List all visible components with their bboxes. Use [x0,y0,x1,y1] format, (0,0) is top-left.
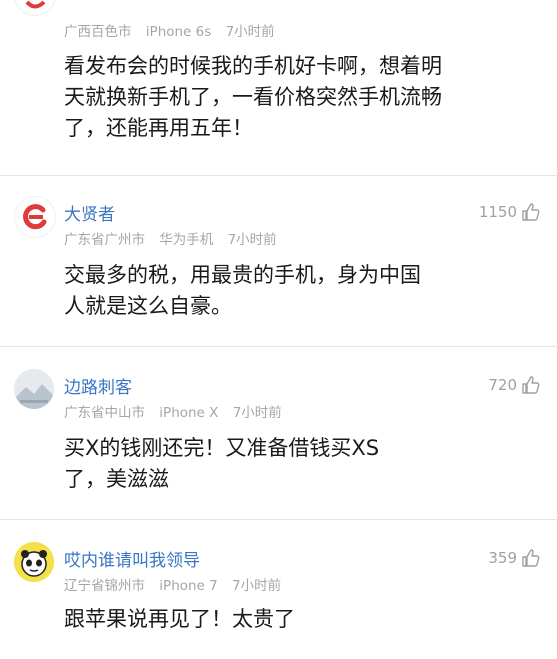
comment-meta: 广东省中山市 iPhone X 7小时前 [64,401,292,421]
avatar-image [16,0,54,14]
comment-body: 交最多的税，用最贵的手机，身为中国 人就是这么自豪。 [64,260,534,322]
thumbs-up-icon [521,202,541,222]
comment-location: 广东省广州市 [64,232,145,248]
avatar-image [14,369,54,409]
comment-body: 看发布会的时候我的手机好卡啊，想着明 天就换新手机了，一看价格突然手机流畅 了，… [64,51,534,144]
comment-username[interactable]: 大贤者 [64,200,115,225]
comment-body: 跟苹果说再见了！太贵了 [64,604,534,635]
like-button[interactable]: 720 [488,375,541,395]
like-button[interactable]: 1150 [479,202,541,222]
avatar-image [14,542,54,582]
avatar[interactable] [14,369,54,409]
thumbs-up-icon [521,548,541,568]
comment-location: 广西百色市 [64,24,132,40]
comment-line: 了，美滋滋 [64,467,169,491]
comment-line: 跟苹果说再见了！太贵了 [64,607,295,631]
comment-device: iPhone 6s [145,24,212,40]
comment-time: 7小时前 [232,405,282,421]
comment-meta: 辽宁省锦州市 iPhone 7 7小时前 [64,574,291,594]
comment-list: 广西百色市 iPhone 6s 7小时前 看发布会的时候我的手机好卡啊，想着明 … [0,0,557,659]
avatar-image [16,198,54,236]
comment-meta: 广西百色市 iPhone 6s 7小时前 [64,20,285,40]
avatar[interactable] [14,542,54,582]
comment-device: iPhone X [159,405,219,421]
comment-line: 看发布会的时候我的手机好卡啊，想着明 [64,54,442,78]
comment-time: 7小时前 [227,232,277,248]
comment-line: 交最多的税，用最贵的手机，身为中国 [64,263,421,287]
comment-location: 辽宁省锦州市 [64,578,145,594]
comment-body: 买X的钱刚还完！又准备借钱买XS 了，美滋滋 [64,433,534,495]
like-count: 720 [488,376,517,394]
comment-time: 7小时前 [232,578,282,594]
comment-line: 了，还能再用五年！ [64,116,253,140]
like-count: 359 [488,549,517,567]
comment-item: 边路刺客 广东省中山市 iPhone X 7小时前 720 买X的钱刚还完！又准… [0,347,557,519]
comment-meta: 广东省广州市 华为手机 7小时前 [64,228,287,248]
comment-time: 7小时前 [225,24,275,40]
comment-device: 华为手机 [159,232,214,248]
like-button[interactable]: 359 [488,548,541,568]
comment-line: 天就换新手机了，一看价格突然手机流畅 [64,85,442,109]
avatar[interactable] [14,0,56,16]
avatar[interactable] [14,196,56,238]
comment-item: 广西百色市 iPhone 6s 7小时前 看发布会的时候我的手机好卡啊，想着明 … [0,0,557,175]
comment-line: 买X的钱刚还完！又准备借钱买XS [64,436,380,460]
comment-username[interactable]: 边路刺客 [64,373,132,398]
comment-line: 人就是这么自豪。 [64,294,232,318]
comment-location: 广东省中山市 [64,405,145,421]
comment-username[interactable]: 哎内谁请叫我领导 [64,546,200,571]
comment-device: iPhone 7 [159,578,218,594]
like-count: 1150 [478,203,517,221]
comment-item: 大贤者 广东省广州市 华为手机 7小时前 1150 交最多的税，用最贵的手机，身… [0,176,557,346]
comment-item: 哎内谁请叫我领导 辽宁省锦州市 iPhone 7 7小时前 359 跟苹果说再见… [0,520,557,659]
thumbs-up-icon [521,375,541,395]
